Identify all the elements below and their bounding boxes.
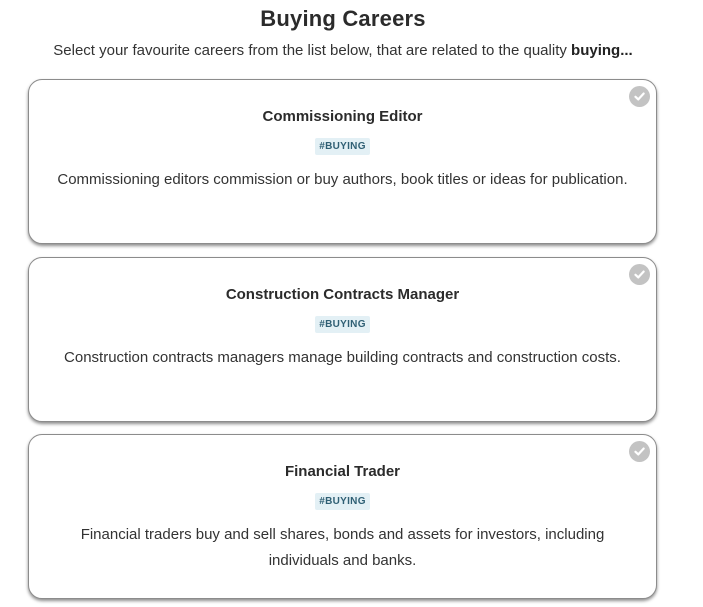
- quality-tag: #BUYING: [315, 138, 370, 155]
- tag-row: #BUYING: [29, 136, 656, 155]
- subtitle-prefix: Select your favourite careers from the l…: [53, 42, 572, 59]
- checkmark-icon: [634, 270, 645, 279]
- checkmark-circle-icon[interactable]: [629, 264, 650, 285]
- checkmark-icon: [634, 447, 645, 456]
- checkmark-circle-icon[interactable]: [629, 86, 650, 107]
- career-card-commissioning-editor[interactable]: Commissioning Editor #BUYING Commissioni…: [28, 79, 657, 244]
- tag-row: #BUYING: [29, 314, 656, 333]
- card-title: Financial Trader: [284, 463, 401, 480]
- card-description: Commissioning editors commission or buy …: [57, 171, 628, 188]
- subtitle-quality: buying: [571, 42, 621, 59]
- card-title: Construction Contracts Manager: [225, 286, 460, 303]
- career-card-construction-contracts-manager[interactable]: Construction Contracts Manager #BUYING C…: [28, 257, 657, 422]
- page-subtitle: Select your favourite careers from the l…: [0, 42, 686, 59]
- card-description: Financial traders buy and sell shares, b…: [80, 526, 605, 569]
- quality-tag: #BUYING: [315, 493, 370, 510]
- subtitle-suffix: ...: [620, 42, 633, 59]
- page-title: Buying Careers: [260, 6, 426, 31]
- card-description: Construction contracts managers manage b…: [64, 349, 621, 366]
- card-title: Commissioning Editor: [262, 108, 423, 125]
- tag-row: #BUYING: [29, 491, 656, 510]
- checkmark-circle-icon[interactable]: [629, 441, 650, 462]
- page: Buying Careers Select your favourite car…: [0, 0, 703, 607]
- checkmark-icon: [634, 92, 645, 101]
- quality-tag: #BUYING: [315, 316, 370, 333]
- career-card-financial-trader[interactable]: Financial Trader #BUYING Financial trade…: [28, 434, 657, 599]
